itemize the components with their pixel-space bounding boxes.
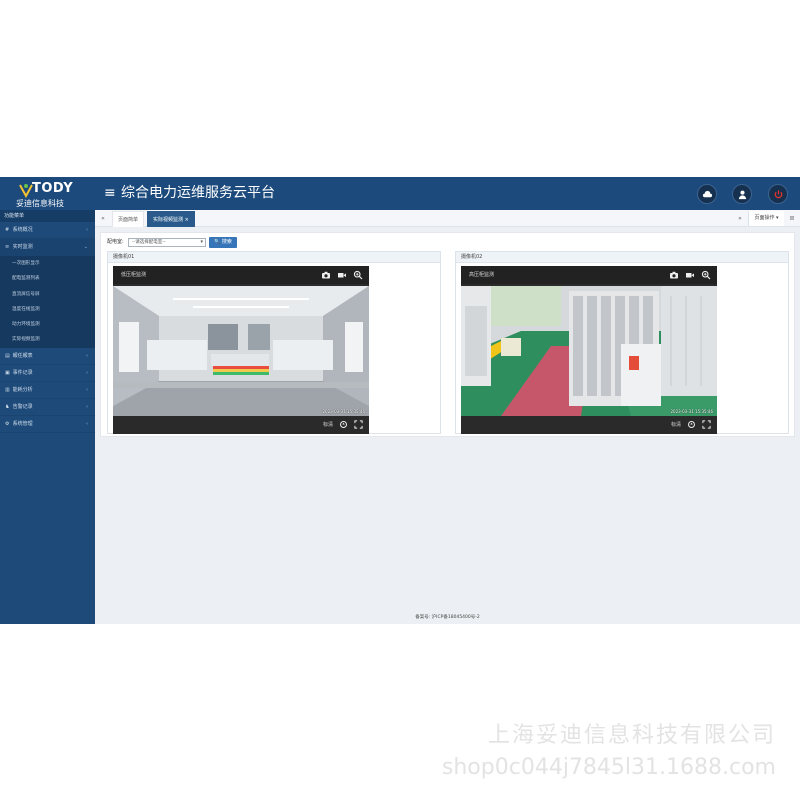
sidebar-item-overview[interactable]: # 系统概况 ‹ [0,222,95,239]
page-operation-dropdown[interactable]: 页面操作 ▾ [748,211,784,226]
sidebar-submenu: 一次图形显示 配电监测列表 直流屏信号屏 温度在线监测 动力环境监测 实际视频监… [0,256,95,348]
tab-bar: « 页面简单 实际视频监测 × » 页面操作 ▾ ⊠ [95,210,800,227]
main-content: 配电室: --请选择配电室-- ▾ 🔍 搜索 摄像机01 低压柜监测 2023-… [95,227,800,612]
sidebar-subitem[interactable]: 直流屏信号屏 [0,287,95,302]
chart-icon: ▥ [5,386,10,393]
sidebar-item-alarms[interactable]: ♞ 告警记录 ‹ [0,399,95,416]
tab-home[interactable]: 页面简单 [112,211,145,227]
close-all-tabs-icon[interactable]: ⊠ [784,210,800,227]
chevron-down-icon: ▾ [200,239,203,245]
search-button[interactable]: 🔍 搜索 [209,237,237,248]
chevron-left-icon: ‹ [86,403,88,410]
sidebar-item-label: 告警记录 [12,403,33,410]
bell-icon: ♞ [5,403,10,410]
report-icon: ▤ [5,352,10,359]
footer: 备案号: 沪ICP备18045400号-2 [95,612,800,624]
sidebar-item-label: 能耗分析 [12,386,33,393]
camera-card-title: 摄像机01 [108,252,440,263]
power-icon [774,189,782,198]
room-select-value: --请选择配电室-- [132,240,166,245]
tab-scroll-right-icon[interactable]: » [732,210,748,227]
camera-card-2: 摄像机02 高压柜监测 2023-03-31 15:35:46 标清 [455,251,789,434]
cloud-button[interactable] [697,184,717,204]
video-record-icon[interactable] [685,270,695,280]
sidebar-item-label: 報任報表 [12,352,33,359]
sidebar-subitem[interactable]: 温度在线监测 [0,302,95,317]
video-record-icon[interactable] [337,270,347,280]
sidebar: 功能菜单 # 系统概况 ‹ ≋ 实时监测 ⌄ 一次图形显示 配电监测列表 直流屏… [0,210,95,624]
sidebar-item-energy[interactable]: ▥ 能耗分析 ‹ [0,382,95,399]
watermark-url: shop0c044j7845l31.1688.com [441,755,776,780]
brand-logo[interactable]: TODY 妥迪信息科技 [10,180,82,208]
sidebar-item-label: 事件记录 [12,369,33,376]
camera-snapshot-icon[interactable] [321,270,331,280]
player-toolbar: 低压柜监测 [113,266,369,284]
app-title: 综合电力运维服务云平台 [121,185,275,201]
video-timestamp: 2023-03-31 15:35:46 [670,409,713,414]
camera-name: 高压柜监测 [469,272,495,278]
video-panel: 配电室: --请选择配电室-- ▾ 🔍 搜索 摄像机01 低压柜监测 2023-… [100,232,795,437]
sidebar-item-label: 系统管理 [12,420,33,427]
cloud-icon [702,190,712,197]
low-voltage-room-image [113,286,369,416]
event-icon: ▣ [5,369,10,376]
sidebar-subitem[interactable]: 动力环境监测 [0,317,95,332]
sidebar-item-label: 系统概况 [12,227,33,233]
player-toolbar: 高压柜监测 [461,266,717,284]
camera-card-title: 摄像机02 [456,252,788,263]
sidebar-item-label: 实时监测 [12,244,33,250]
video-player[interactable]: 低压柜监测 2023-03-31 15:35:46 标清 [113,266,369,434]
logo-subtitle: 妥迪信息科技 [16,199,64,208]
user-icon [738,190,746,199]
player-controls: 标清 [113,416,369,434]
camera-snapshot-icon[interactable] [669,270,679,280]
sidebar-item-system[interactable]: ⚙ 系统管理 ‹ [0,416,95,433]
fullscreen-icon[interactable] [702,420,711,429]
sidebar-subitem[interactable]: 一次图形显示 [0,256,95,271]
quality-selector[interactable]: 标清 [323,416,333,434]
gear-icon: ⚙ [5,420,10,427]
sidebar-item-realtime[interactable]: ≋ 实时监测 ⌄ [0,239,95,256]
chevron-left-icon: ‹ [86,386,88,393]
app-window: TODY 妥迪信息科技 ≡ 综合电力运维服务云平台 功能菜单 # 系统概况 ‹ … [0,177,800,624]
power-button[interactable] [768,184,788,204]
chevron-left-icon: ‹ [86,420,88,427]
tab-scroll-left-icon[interactable]: « [95,210,111,227]
zoom-in-icon[interactable] [353,270,363,280]
chevron-left-icon: ‹ [86,227,88,233]
fullscreen-icon[interactable] [354,420,363,429]
camera-name: 低压柜监测 [121,272,147,278]
sidebar-item-reports[interactable]: ▤ 報任報表 ‹ [0,348,95,365]
sidebar-subitem[interactable]: 配电监测列表 [0,271,95,286]
user-button[interactable] [732,184,752,204]
monitor-icon: ≋ [5,244,10,250]
refresh-icon[interactable] [687,420,696,429]
tab-video-monitor[interactable]: 实际视频监测 × [147,211,195,227]
sidebar-heading: 功能菜单 [0,210,95,222]
refresh-icon[interactable] [339,420,348,429]
room-select[interactable]: --请选择配电室-- ▾ [128,238,206,247]
player-controls: 标清 [461,416,717,434]
sidebar-subitem-active[interactable]: 实际视频监测 [0,332,95,347]
quality-selector[interactable]: 标清 [671,416,681,434]
logo-text: TODY [32,181,74,196]
hash-icon: # [5,227,10,233]
video-player[interactable]: 高压柜监测 2023-03-31 15:35:46 标清 [461,266,717,434]
video-feed-high-voltage-room: 2023-03-31 15:35:46 [461,286,717,416]
chevron-left-icon: ‹ [86,369,88,376]
chevron-down-icon: ⌄ [83,244,88,250]
high-voltage-room-image [461,286,717,416]
camera-card-1: 摄像机01 低压柜监测 2023-03-31 15:35:46 标清 [107,251,441,434]
menu-toggle-icon[interactable]: ≡ [104,185,116,201]
video-feed-low-voltage-room: 2023-03-31 15:35:46 [113,286,369,416]
watermark-company: 上海妥迪信息科技有限公司 [487,723,776,748]
video-timestamp: 2023-03-31 15:35:46 [322,409,365,414]
sidebar-item-events[interactable]: ▣ 事件记录 ‹ [0,365,95,382]
zoom-in-icon[interactable] [701,270,711,280]
chevron-left-icon: ‹ [86,352,88,359]
room-filter-label: 配电室: [107,239,124,245]
top-header: TODY 妥迪信息科技 ≡ 综合电力运维服务云平台 [0,177,800,210]
